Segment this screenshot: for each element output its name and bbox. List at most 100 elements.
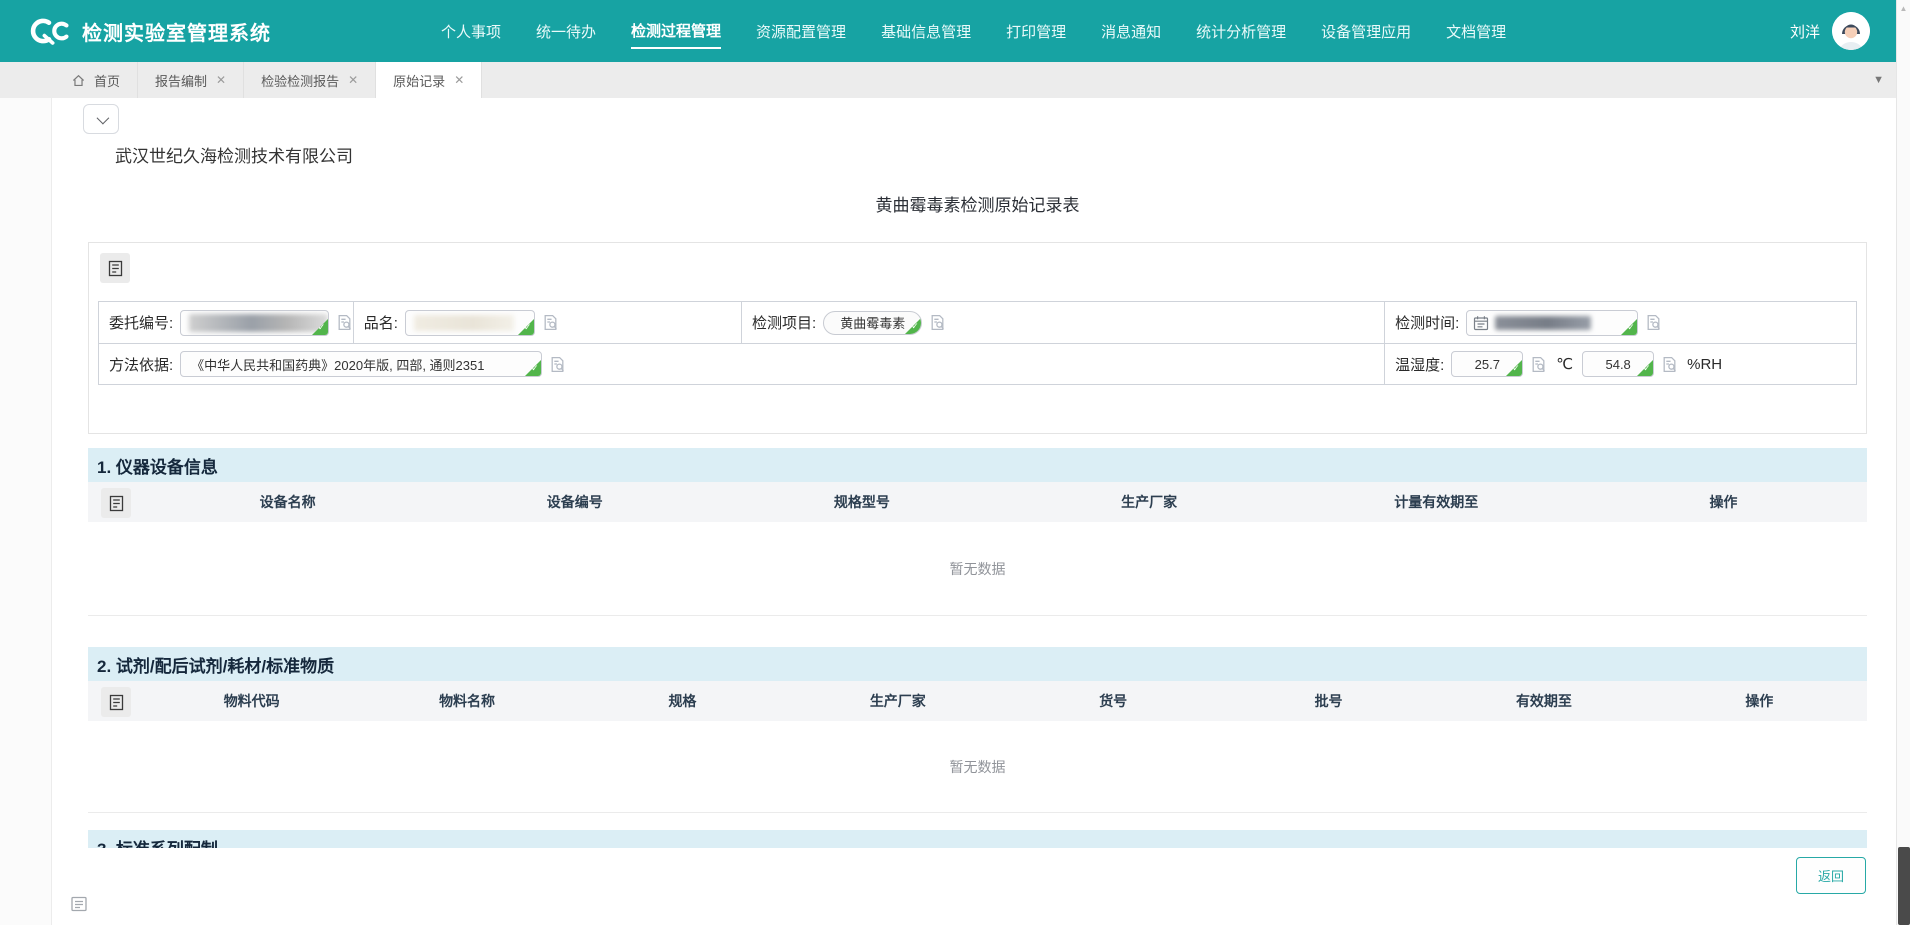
entrust-no-input[interactable] [180,310,329,336]
back-button[interactable]: 返回 [1796,857,1866,894]
nav-item-equipment[interactable]: 设备管理应用 [1321,15,1411,48]
entrust-no-label: 委托编号: [109,312,173,333]
redacted-value [1495,316,1591,330]
nav-item-statistics[interactable]: 统计分析管理 [1196,15,1286,48]
nav-item-test-process[interactable]: 检测过程管理 [631,14,721,49]
redacted-value [414,315,514,331]
form-grid-icon [109,694,124,711]
tab-label: 检验检测报告 [261,71,339,90]
file-search-icon[interactable] [1645,314,1662,331]
close-icon[interactable]: ✕ [348,73,358,87]
equipment-table-header: 设备名称 设备编号 规格型号 生产厂家 计量有效期至 操作 [88,482,1867,522]
user-area[interactable]: 刘洋 [1790,0,1870,62]
tab-label: 原始记录 [393,71,445,90]
section-band: 3. 标准系列配制 [88,830,1867,848]
user-avatar-icon[interactable] [1832,12,1870,50]
empty-data-text: 暂无数据 [950,559,1006,579]
nav-item-print[interactable]: 打印管理 [1006,15,1066,48]
section-band: 2. 试剂/配后试剂/耗材/标准物质 [88,647,1867,681]
test-item-value: 黄曲霉毒素 [840,313,905,332]
file-search-icon[interactable] [542,314,559,331]
file-search-icon[interactable] [549,356,566,373]
humidity-input[interactable]: 54.8 [1582,351,1654,377]
saved-check-corner [1621,319,1637,335]
tab-bar: 首页 报告编制 ✕ 检验检测报告 ✕ 原始记录 ✕ ▼ [0,62,1896,98]
column-header: 规格 [575,691,790,711]
close-icon[interactable]: ✕ [216,73,226,87]
section-title: 3. 标准系列配制 [97,835,218,849]
tab-original-record[interactable]: 原始记录 ✕ [376,62,482,98]
app-brand: 检测实验室管理系统 [26,15,271,47]
column-header: 规格型号 [718,492,1005,512]
temp-humidity-label: 温湿度: [1395,354,1444,375]
close-icon[interactable]: ✕ [454,73,464,87]
card-toolbar [98,253,1857,293]
nav-item-message[interactable]: 消息通知 [1101,15,1161,48]
test-time-label: 检测时间: [1395,312,1459,333]
test-item-cell: 检测项目: 黄曲霉毒素 [742,302,1385,343]
saved-check-corner [1506,360,1522,376]
temperature-input[interactable]: 25.7 [1451,351,1523,377]
file-search-icon[interactable] [929,314,946,331]
file-search-icon[interactable] [336,314,353,331]
method-basis-cell: 方法依据: 《中华人民共和国药典》2020年版, 四部, 通则2351 [99,344,1385,384]
file-search-icon[interactable] [1530,356,1547,373]
column-settings-button[interactable] [101,488,131,518]
collapse-header-button[interactable] [83,104,119,134]
column-header: 生产厂家 [1006,492,1293,512]
form-settings-button[interactable] [100,253,130,283]
column-header: 批号 [1221,691,1436,711]
product-name-label: 品名: [364,312,398,333]
test-time-cell: 检测时间: [1385,302,1856,343]
top-navbar: 检测实验室管理系统 个人事项 统一待办 检测过程管理 资源配置管理 基础信息管理… [0,0,1896,62]
column-header: 计量有效期至 [1293,492,1580,512]
tab-label: 首页 [94,71,120,90]
nav-item-document[interactable]: 文档管理 [1446,15,1506,48]
entrust-no-cell: 委托编号: [99,302,354,343]
form-outline-icon[interactable] [70,895,88,913]
temperature-unit: ℃ [1556,355,1573,373]
nav-item-personal[interactable]: 个人事项 [441,15,501,48]
nav-item-base-info[interactable]: 基础信息管理 [881,15,971,48]
product-name-input[interactable] [405,310,535,336]
column-settings-button[interactable] [101,687,131,717]
page-footer: 返回 [52,848,1896,925]
saved-check-corner [312,319,328,335]
nav-item-todo[interactable]: 统一待办 [536,15,596,48]
method-basis-input[interactable]: 《中华人民共和国药典》2020年版, 四部, 通则2351 [180,351,542,377]
tab-home[interactable]: 首页 [55,62,138,98]
tab-inspection-report[interactable]: 检验检测报告 ✕ [244,62,376,98]
tab-list-caret-icon[interactable]: ▼ [1873,62,1884,98]
header-fields-table: 委托编号: 品名: [98,301,1857,385]
nav-item-resource[interactable]: 资源配置管理 [756,15,846,48]
section-title: 1. 仪器设备信息 [97,453,218,478]
empty-data-text: 暂无数据 [950,757,1006,777]
column-header: 设备编号 [431,492,718,512]
method-basis-label: 方法依据: [109,354,173,375]
fields-row-2: 方法依据: 《中华人民共和国药典》2020年版, 四部, 通则2351 温湿度:… [99,343,1856,384]
humidity-value: 54.8 [1605,357,1630,372]
section-standard-series: 3. 标准系列配制 [88,830,1867,848]
section-equipment: 1. 仪器设备信息 设备名称 设备编号 规格型号 生产厂家 计量有效期至 操作 … [88,448,1867,616]
test-time-input[interactable] [1466,310,1638,336]
header-fields-card: 委托编号: 品名: [88,242,1867,434]
saved-check-corner [905,318,921,334]
column-header: 设备名称 [144,492,431,512]
record-form-page: 武汉世纪久海检测技术有限公司 黄曲霉毒素检测原始记录表 委托编号: [52,98,1896,848]
tab-label: 报告编制 [155,71,207,90]
column-header: 货号 [1006,691,1221,711]
column-header: 物料代码 [144,691,359,711]
scroll-up-arrow-icon[interactable]: ▲ [1897,4,1910,13]
scrollbar-thumb[interactable] [1898,847,1910,925]
file-search-icon[interactable] [1661,356,1678,373]
test-item-tag[interactable]: 黄曲霉毒素 [823,311,922,335]
tab-report-edit[interactable]: 报告编制 ✕ [138,62,244,98]
company-name: 武汉世纪久海检测技术有限公司 [115,142,1896,167]
form-grid-icon [109,495,124,512]
temperature-value: 25.7 [1475,357,1500,372]
temp-humidity-cell: 温湿度: 25.7 ℃ 54.8 [1385,344,1856,384]
section-title: 2. 试剂/配后试剂/耗材/标准物质 [97,652,334,677]
app-title: 检测实验室管理系统 [82,17,271,46]
method-basis-value: 《中华人民共和国药典》2020年版, 四部, 通则2351 [191,355,484,374]
chevron-down-icon [96,111,109,124]
